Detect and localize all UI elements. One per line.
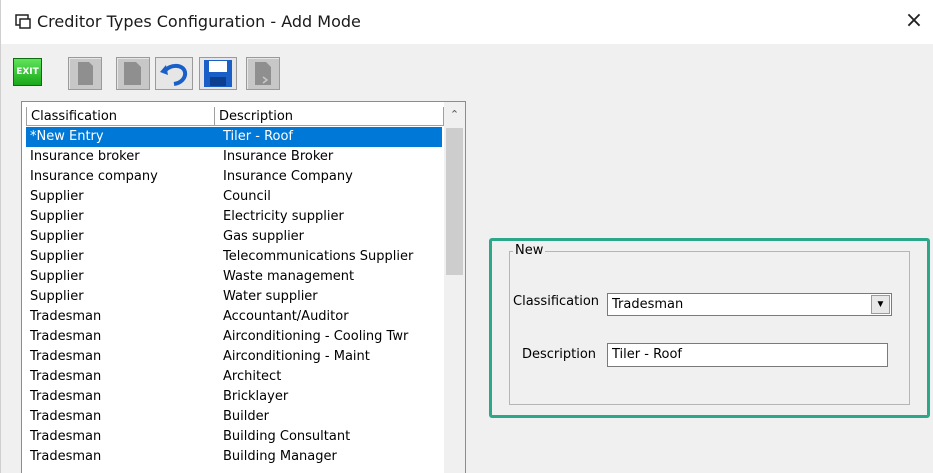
table-row[interactable]: *New Entry Tiler - Roof	[26, 127, 442, 147]
groupbox-title: New	[513, 243, 546, 258]
table-row[interactable]: Tradesman Airconditioning - Cooling Twr	[26, 327, 442, 347]
vertical-scrollbar[interactable]: ⌃	[444, 102, 465, 473]
table-row[interactable]: Supplier Electricity supplier	[26, 207, 442, 227]
cell-classification: Tradesman	[30, 429, 102, 444]
cell-description: Builder	[223, 409, 269, 424]
title-bar: Creditor Types Configuration - Add Mode …	[1, 0, 933, 44]
cell-classification: Tradesman	[30, 349, 102, 364]
new-icon	[78, 62, 93, 85]
exit-button[interactable]: EXIT	[13, 58, 42, 86]
cell-classification: Supplier	[30, 189, 84, 204]
table-row[interactable]: Supplier Waste management	[26, 267, 442, 287]
cell-description: Airconditioning - Maint	[223, 349, 370, 364]
cell-description: Tiler - Roof	[223, 129, 293, 144]
cell-classification: Tradesman	[30, 409, 102, 424]
description-input[interactable]: Tiler - Roof	[607, 343, 888, 367]
column-header-description[interactable]: Description	[215, 107, 444, 126]
copy-button[interactable]	[116, 57, 150, 90]
column-header-classification[interactable]: Classification	[26, 107, 215, 126]
undo-icon	[160, 63, 188, 86]
new-entry-groupbox	[509, 251, 910, 405]
window-app-icon	[15, 14, 31, 29]
classification-value: Tradesman	[612, 297, 684, 312]
cell-classification: Insurance company	[30, 169, 158, 184]
table-row[interactable]: Tradesman Building Manager	[26, 447, 442, 467]
new-button[interactable]	[68, 57, 102, 90]
cell-classification: Supplier	[30, 209, 84, 224]
copy-icon	[124, 62, 141, 85]
close-button[interactable]: ×	[897, 6, 931, 38]
cell-classification: Supplier	[30, 229, 84, 244]
cell-classification: Tradesman	[30, 449, 102, 464]
delete-button[interactable]	[246, 57, 280, 90]
save-button[interactable]	[199, 57, 237, 90]
scroll-up-icon[interactable]: ⌃	[444, 108, 465, 124]
cell-classification: Tradesman	[30, 389, 102, 404]
table-row[interactable]: Supplier Gas supplier	[26, 227, 442, 247]
cell-classification: *New Entry	[30, 129, 104, 144]
classification-label: Classification	[513, 294, 600, 309]
cell-classification: Supplier	[30, 289, 84, 304]
scroll-thumb[interactable]	[446, 128, 463, 275]
classification-select[interactable]: Tradesman ▼	[607, 293, 892, 316]
table-row[interactable]: Tradesman Building Consultant	[26, 427, 442, 447]
app-window: Creditor Types Configuration - Add Mode …	[0, 0, 933, 473]
cell-description: Bricklayer	[223, 389, 289, 404]
dropdown-arrow-icon[interactable]: ▼	[871, 295, 890, 314]
cell-description: Insurance Company	[223, 169, 353, 184]
table-row[interactable]: Tradesman Accountant/Auditor	[26, 307, 442, 327]
undo-button[interactable]	[155, 57, 193, 90]
table-row[interactable]: Tradesman Architect	[26, 367, 442, 387]
table-row[interactable]: Insurance broker Insurance Broker	[26, 147, 442, 167]
grid-header: Classification Description	[26, 107, 444, 126]
cell-description: Electricity supplier	[223, 209, 344, 224]
table-row[interactable]: Tradesman Bricklayer	[26, 387, 442, 407]
description-label: Description	[522, 347, 597, 362]
table-row[interactable]: Tradesman Builder	[26, 407, 442, 427]
cell-classification: Tradesman	[30, 369, 102, 384]
cell-description: Waste management	[223, 269, 355, 284]
cell-description: Council	[223, 189, 271, 204]
toolbar: EXIT	[1, 44, 933, 92]
table-row[interactable]: Insurance company Insurance Company	[26, 167, 442, 187]
cell-description: Water supplier	[223, 289, 318, 304]
cell-description: Accountant/Auditor	[223, 309, 349, 324]
table-row[interactable]: Supplier Telecommunications Supplier	[26, 247, 442, 267]
table-row[interactable]: Supplier Council	[26, 187, 442, 207]
table-row[interactable]: Supplier Water supplier	[26, 287, 442, 307]
cell-description: Building Consultant	[223, 429, 351, 444]
cell-classification: Supplier	[30, 249, 84, 264]
cell-classification: Insurance broker	[30, 149, 140, 164]
delete-icon	[255, 62, 271, 85]
cell-description: Airconditioning - Cooling Twr	[223, 329, 409, 344]
save-icon	[204, 60, 232, 87]
window-title: Creditor Types Configuration - Add Mode	[37, 12, 361, 31]
creditor-types-grid[interactable]: Classification Description *New Entry Til…	[21, 101, 466, 473]
cell-description: Insurance Broker	[223, 149, 334, 164]
cell-classification: Tradesman	[30, 329, 102, 344]
cell-description: Gas supplier	[223, 229, 305, 244]
cell-description: Telecommunications Supplier	[223, 249, 414, 264]
cell-description: Architect	[223, 369, 282, 384]
cell-classification: Supplier	[30, 269, 84, 284]
cell-description: Building Manager	[223, 449, 337, 464]
table-row[interactable]: Tradesman Airconditioning - Maint	[26, 347, 442, 367]
cell-classification: Tradesman	[30, 309, 102, 324]
